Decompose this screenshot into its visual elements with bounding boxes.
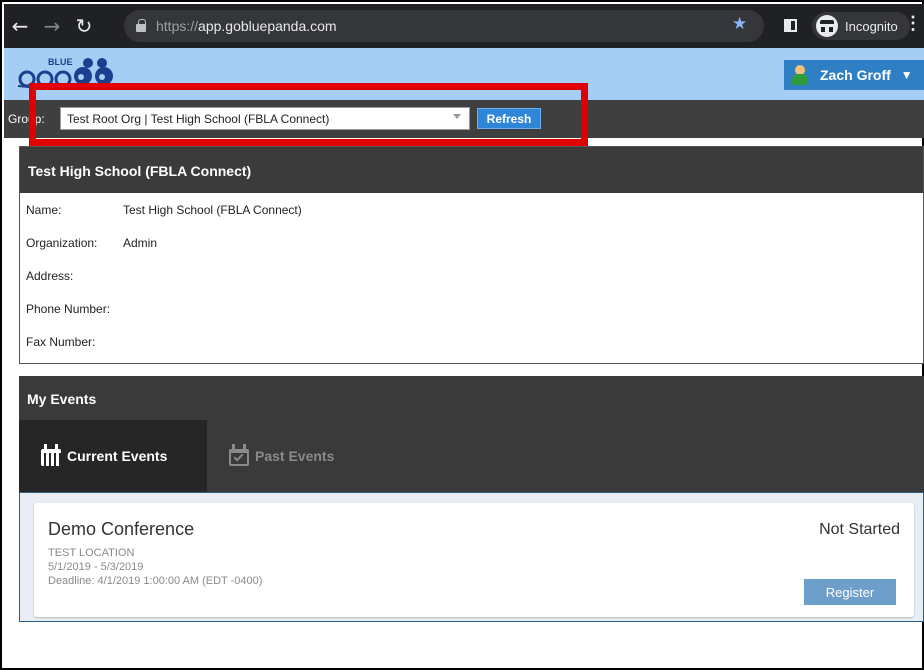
app-header: BLUE Zach Groff ▼ [4,48,924,100]
browser-toolbar: ← → ↻ https://app.gobluepanda.com ★ Inco… [4,4,924,48]
event-location: TEST LOCATION [48,547,135,559]
caret-down-icon: ▼ [900,68,913,82]
info-label: Organization: [26,235,98,250]
lock-icon [136,19,146,32]
browser-menu-icon[interactable]: ⋮ [904,13,922,34]
event-deadline: Deadline: 4/1/2019 1:00:00 AM (EDT -0400… [48,575,263,587]
group-select[interactable]: Test Root Org | Test High School (FBLA C… [60,107,470,130]
event-dates: 5/1/2019 - 5/3/2019 [48,561,144,573]
user-name: Zach Groff [820,67,891,83]
chevron-down-icon [453,114,461,119]
info-row-address: Address: [20,259,923,292]
address-bar[interactable]: https://app.gobluepanda.com [124,10,764,42]
events-list: Demo Conference TEST LOCATION 5/1/2019 -… [19,492,924,622]
info-label: Phone Number: [26,301,111,316]
calendar-icon [41,444,61,466]
info-row-fax: Fax Number: [20,325,923,358]
user-avatar-icon [792,65,808,85]
forward-arrow-icon[interactable]: → [36,14,68,38]
info-value: Admin [123,235,158,250]
window-frame: ← → ↻ https://app.gobluepanda.com ★ Inco… [0,0,924,670]
bookmark-star-icon[interactable]: ★ [732,14,747,34]
event-status: Not Started [819,521,900,538]
bluepanda-logo[interactable]: BLUE [18,54,128,94]
info-label: Address: [26,268,74,283]
tab-past-events[interactable]: Past Events [207,420,407,492]
tab-current-events[interactable]: Current Events [19,420,207,492]
group-label: Group: [8,112,45,126]
group-bar: Group: Test Root Org | Test High School … [4,100,924,138]
info-label: Fax Number: [26,334,96,349]
incognito-icon [816,15,838,37]
reload-icon[interactable]: ↻ [68,14,100,38]
info-row-name: Name: Test High School (FBLA Connect) [20,193,923,226]
tab-label: Current Events [67,448,168,464]
info-row-organization: Organization: Admin [20,226,923,259]
events-tabs: Current Events Past Events [19,420,924,492]
refresh-button[interactable]: Refresh [477,108,541,129]
tab-search-icon[interactable] [784,19,797,32]
info-value: Test High School (FBLA Connect) [123,202,302,217]
events-panel: My Events Current Events Past Events Dem… [19,376,924,622]
url-text: https://app.gobluepanda.com [156,18,337,34]
group-select-value: Test Root Org | Test High School (FBLA C… [67,111,330,126]
school-title: Test High School (FBLA Connect) [20,147,923,193]
calendar-check-icon [229,444,249,466]
info-label: Name: [26,202,62,217]
register-button[interactable]: Register [804,579,896,605]
incognito-label: Incognito [845,18,898,34]
tab-label: Past Events [255,448,335,464]
incognito-badge[interactable]: Incognito [812,12,910,40]
user-menu-button[interactable]: Zach Groff ▼ [784,60,924,90]
logo-text: BLUE [48,57,73,67]
event-name: Demo Conference [48,519,195,539]
back-arrow-icon[interactable]: ← [4,14,36,38]
school-panel: Test High School (FBLA Connect) Name: Te… [19,146,924,364]
info-row-phone: Phone Number: [20,292,923,325]
events-title: My Events [27,391,97,407]
event-card: Demo Conference TEST LOCATION 5/1/2019 -… [34,503,914,617]
